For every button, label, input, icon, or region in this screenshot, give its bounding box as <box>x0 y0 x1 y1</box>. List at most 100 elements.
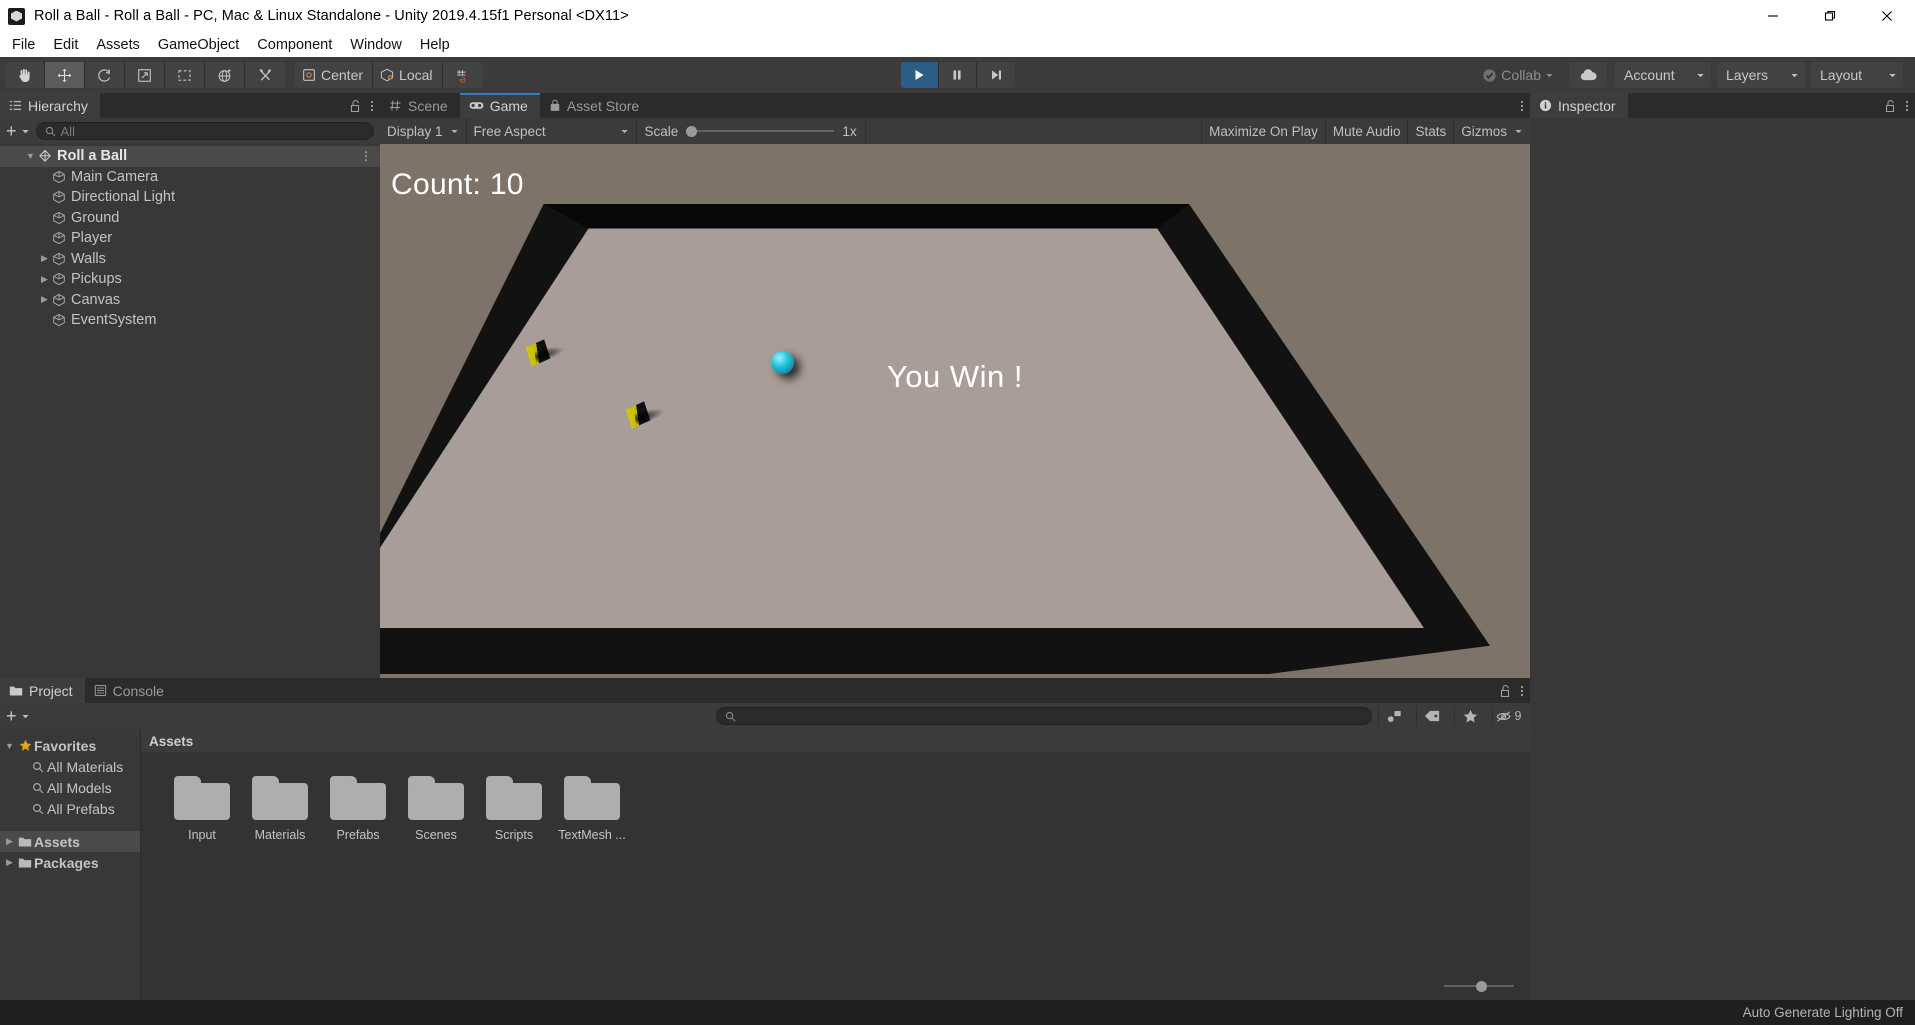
project-tree-item-all-models[interactable]: All Models <box>0 777 140 798</box>
tab-project[interactable]: Project <box>0 678 85 703</box>
hidden-packages-button[interactable]: 9 <box>1492 706 1524 726</box>
lock-open-icon[interactable] <box>1884 99 1896 113</box>
project-search-input[interactable] <box>715 707 1372 725</box>
menu-window[interactable]: Window <box>341 35 411 55</box>
toolbar-right-group: Collab Account Layers Layout <box>1475 62 1909 88</box>
project-tree-item-assets[interactable]: ▶ Assets <box>0 831 140 852</box>
kebab-menu-icon[interactable]: ⋮ <box>360 149 372 163</box>
hierarchy-item-canvas[interactable]: ▶ Canvas <box>0 290 380 311</box>
custom-editor-tool-button[interactable] <box>245 62 285 88</box>
rotate-tool-button[interactable] <box>85 62 125 88</box>
menu-component[interactable]: Component <box>248 35 341 55</box>
scale-slider-group[interactable]: Scale 1x <box>637 118 866 144</box>
asset-item[interactable]: Scripts <box>475 776 553 842</box>
lock-open-icon[interactable] <box>1499 684 1511 698</box>
menu-assets[interactable]: Assets <box>87 35 149 55</box>
tab-console[interactable]: Console <box>84 678 176 703</box>
handle-rotation-button[interactable]: Local <box>373 62 443 88</box>
asset-zoom-slider[interactable] <box>1444 980 1514 992</box>
layers-dropdown[interactable]: Layers <box>1717 62 1805 88</box>
combined-transform-tool-button[interactable] <box>205 62 245 88</box>
menu-gameobject[interactable]: GameObject <box>149 35 248 55</box>
chevron-right-icon[interactable]: ▶ <box>3 857 16 868</box>
scale-slider[interactable] <box>686 124 835 138</box>
gameobject-icon <box>53 170 65 183</box>
cloud-services-button[interactable] <box>1569 62 1607 88</box>
gameobject-icon <box>51 231 67 245</box>
asset-item[interactable]: Materials <box>241 776 319 842</box>
info-circle-icon <box>1539 99 1552 112</box>
hierarchy-item-pickups[interactable]: ▶ Pickups <box>0 269 380 290</box>
maximize-on-play-toggle[interactable]: Maximize On Play <box>1201 118 1325 144</box>
chevron-down-icon <box>1697 73 1704 77</box>
project-tree-item-all-materials[interactable]: All Materials <box>0 756 140 777</box>
hierarchy-item-directional-light[interactable]: Directional Light <box>0 187 380 208</box>
asset-item[interactable]: TextMesh ... <box>553 776 631 842</box>
gizmos-dropdown[interactable]: Gizmos <box>1453 118 1530 144</box>
grid-snap-button[interactable] <box>442 62 483 88</box>
account-dropdown[interactable]: Account <box>1615 62 1711 88</box>
aspect-dropdown[interactable]: Free Aspect <box>467 118 637 144</box>
filter-by-type-button[interactable] <box>1378 706 1410 726</box>
chevron-right-icon[interactable]: ▶ <box>38 294 51 305</box>
chevron-right-icon[interactable]: ▶ <box>3 836 16 847</box>
asset-item[interactable]: Scenes <box>397 776 475 842</box>
chevron-right-icon[interactable]: ▶ <box>38 253 51 264</box>
object-filter-icon <box>1387 710 1401 722</box>
collab-button[interactable]: Collab <box>1475 62 1561 88</box>
scale-tool-button[interactable] <box>125 62 165 88</box>
play-button[interactable] <box>900 62 939 88</box>
hierarchy-create-button[interactable]: + <box>6 122 30 140</box>
menu-help[interactable]: Help <box>411 35 459 55</box>
mute-audio-toggle[interactable]: Mute Audio <box>1324 118 1408 144</box>
tab-inspector[interactable]: Inspector <box>1530 93 1628 118</box>
move-tool-button[interactable] <box>45 62 85 88</box>
menu-edit[interactable]: Edit <box>44 35 87 55</box>
tab-hierarchy[interactable]: Hierarchy <box>0 93 100 118</box>
kebab-menu-icon[interactable] <box>1520 684 1524 698</box>
hierarchy-item-eventsystem[interactable]: EventSystem <box>0 310 380 331</box>
maximize-icon[interactable] <box>1801 0 1858 32</box>
hierarchy-item-ground[interactable]: Ground <box>0 208 380 229</box>
asset-item[interactable]: Input <box>163 776 241 842</box>
project-tree-item-favorites[interactable]: ▼ Favorites <box>0 735 140 756</box>
hand-tool-button[interactable] <box>5 62 45 88</box>
hierarchy-item-label: Pickups <box>71 271 122 288</box>
menu-file[interactable]: File <box>3 35 44 55</box>
filter-favorite-button[interactable] <box>1454 706 1486 726</box>
hierarchy-item-main-camera[interactable]: Main Camera <box>0 167 380 188</box>
kebab-menu-icon[interactable] <box>1905 99 1909 113</box>
pivot-mode-button[interactable]: Center <box>295 62 374 88</box>
game-render-canvas[interactable]: Count: 10 You Win ! <box>380 144 1530 678</box>
hierarchy-item-player[interactable]: Player <box>0 228 380 249</box>
hierarchy-search-input[interactable]: All <box>35 122 374 140</box>
hierarchy-item-roll-a-ball[interactable]: ▼ Roll a Ball ⋮ <box>0 146 380 167</box>
layout-dropdown[interactable]: Layout <box>1811 62 1903 88</box>
tab-asset-store[interactable]: Asset Store <box>539 93 652 118</box>
close-icon[interactable] <box>1858 0 1915 32</box>
pause-button[interactable] <box>938 62 977 88</box>
kebab-menu-icon[interactable] <box>370 99 374 113</box>
menu-bar: File Edit Assets GameObject Component Wi… <box>0 32 1915 57</box>
rect-transform-tool-button[interactable] <box>165 62 205 88</box>
gameobject-icon <box>51 252 67 266</box>
kebab-menu-icon[interactable] <box>1520 99 1524 113</box>
filter-by-label-button[interactable] <box>1416 706 1448 726</box>
asset-item[interactable]: Prefabs <box>319 776 397 842</box>
hierarchy-item-walls[interactable]: ▶ Walls <box>0 249 380 270</box>
scale-slider-knob[interactable] <box>686 125 698 137</box>
lock-open-icon[interactable] <box>349 99 361 113</box>
minimize-icon[interactable] <box>1744 0 1801 32</box>
step-button[interactable] <box>976 62 1015 88</box>
asset-zoom-knob[interactable] <box>1476 980 1488 992</box>
tab-game[interactable]: Game <box>459 93 540 118</box>
chevron-right-icon[interactable]: ▶ <box>38 274 51 285</box>
project-tree-item-all-prefabs[interactable]: All Prefabs <box>0 798 140 819</box>
stats-toggle[interactable]: Stats <box>1407 118 1453 144</box>
project-create-button[interactable]: + <box>6 707 30 725</box>
display-dropdown[interactable]: Display 1 <box>380 118 467 144</box>
tab-scene[interactable]: Scene <box>380 93 460 118</box>
chevron-down-icon[interactable]: ▼ <box>3 741 16 751</box>
chevron-down-icon[interactable]: ▼ <box>24 151 37 161</box>
project-tree-item-packages[interactable]: ▶ Packages <box>0 852 140 873</box>
